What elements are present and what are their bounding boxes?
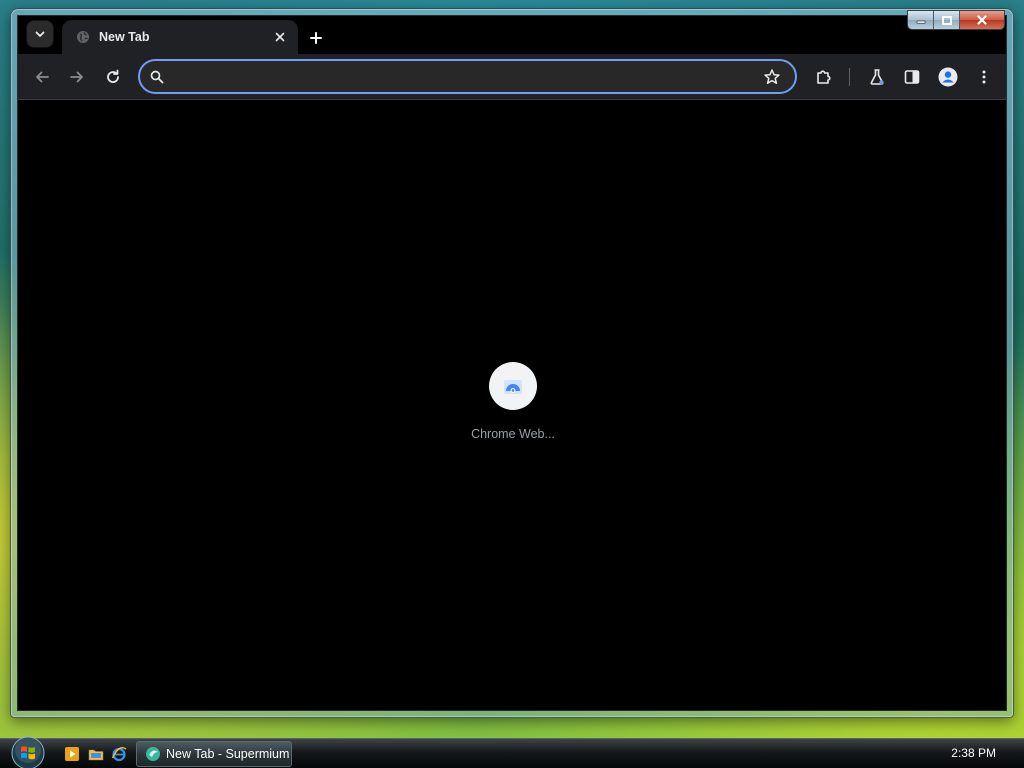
taskbar-item-supermium[interactable]: New Tab - Supermium — [136, 741, 292, 767]
reload-button[interactable] — [103, 67, 123, 87]
back-button[interactable] — [32, 67, 52, 87]
chevron-down-icon — [35, 31, 45, 37]
chrome-web-store-icon — [504, 380, 522, 394]
tab-strip: New Tab — [18, 16, 1006, 54]
restore-icon — [941, 15, 952, 25]
reload-icon — [107, 69, 119, 83]
windows-logo-icon — [11, 736, 45, 768]
window-controls — [907, 10, 1005, 30]
more-vertical-icon — [982, 70, 986, 84]
close-icon — [275, 32, 285, 42]
side-panel-icon — [904, 70, 920, 84]
extensions-button[interactable] — [814, 67, 834, 87]
maximize-button[interactable] — [934, 11, 960, 29]
close-icon — [977, 15, 987, 25]
address-input[interactable] — [168, 67, 748, 87]
search-icon — [150, 70, 164, 84]
media-player-icon[interactable] — [64, 746, 80, 762]
flask-icon — [870, 69, 884, 85]
browser-toolbar — [18, 54, 1006, 100]
internet-explorer-icon[interactable] — [111, 746, 127, 762]
profile-button[interactable] — [938, 67, 958, 87]
shortcut-tile[interactable]: Chrome Web... — [458, 362, 568, 441]
taskbar-item-label: New Tab - Supermium — [166, 747, 290, 761]
shortcut-label: Chrome Web... — [471, 427, 555, 441]
minimize-button[interactable] — [908, 11, 934, 29]
globe-icon — [77, 31, 89, 43]
tab-title: New Tab — [99, 30, 150, 44]
puzzle-icon — [817, 70, 831, 84]
forward-button[interactable] — [67, 67, 87, 87]
toolbar-separator — [849, 68, 850, 86]
avatar-icon — [938, 67, 958, 87]
bookmark-star-icon[interactable] — [763, 68, 781, 86]
taskbar: New Tab - Supermium 2:38 PM — [0, 736, 1024, 768]
browser-frame: New Tab Chrome Web... — [17, 15, 1007, 711]
supermium-icon — [146, 747, 160, 761]
start-button[interactable] — [8, 736, 48, 768]
menu-button[interactable] — [974, 67, 994, 87]
arrow-right-icon — [70, 71, 83, 83]
browser-window: New Tab Chrome Web... — [10, 8, 1014, 718]
minimize-icon — [916, 20, 925, 24]
shortcut-icon-tile[interactable] — [489, 362, 537, 410]
side-panel-button[interactable] — [902, 67, 922, 87]
new-tab-page: Chrome Web... — [18, 100, 1006, 710]
address-bar[interactable] — [138, 59, 797, 94]
arrow-left-icon — [36, 71, 49, 83]
clock[interactable]: 2:38 PM — [951, 746, 996, 760]
tab-close-button[interactable] — [272, 29, 288, 45]
folder-icon[interactable] — [88, 746, 104, 762]
new-tab-button[interactable] — [302, 24, 330, 52]
close-window-button[interactable] — [960, 11, 1004, 29]
labs-button[interactable] — [867, 67, 887, 87]
tab-new-tab[interactable]: New Tab — [62, 20, 298, 54]
plus-icon — [310, 32, 322, 44]
tab-search-button[interactable] — [26, 20, 54, 48]
